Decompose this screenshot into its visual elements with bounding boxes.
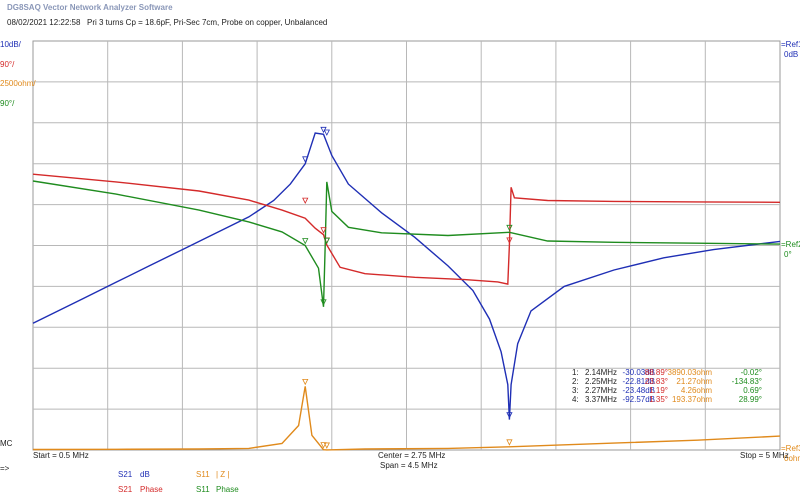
ref1-label: =Ref1 — [781, 40, 800, 49]
legend-s11-phase-unit[interactable]: Phase — [216, 485, 239, 494]
chart-markers — [302, 126, 513, 449]
marker-cell-s11-z: 4.26ohm — [681, 386, 712, 395]
scale-s11-phase: 90°/ — [0, 99, 15, 108]
legend[interactable]: S21 dB S21 Phase S11 | Z | S11 Phase — [118, 470, 239, 494]
legend-s21-phase-unit[interactable]: Phase — [140, 485, 163, 494]
marker-table: 1: 2.14MHz -30.03dB88.89° 3890.03ohm -0.02°2… — [572, 368, 762, 404]
marker-cell-s11-z: 3890.03ohm — [668, 368, 713, 377]
marker-cell-id: 3: — [572, 386, 579, 395]
ref1-value: 0dB — [784, 50, 798, 59]
marker-symbol — [506, 439, 513, 446]
x-span-label: Span = 4.5 MHz — [380, 461, 438, 470]
marker-cell-s21-phase: 1.35° — [649, 395, 668, 404]
ref2-label: =Ref2 — [781, 240, 800, 249]
marker-cell-s11-phase: -0.02° — [741, 368, 762, 377]
marker-symbol — [302, 238, 309, 245]
marker-cell-s21-phase: 1.19° — [649, 386, 668, 395]
ref2-value: 0° — [784, 250, 792, 259]
marker-cell-s11-phase: 28.99° — [739, 395, 762, 404]
x-start-label: Start = 0.5 MHz — [33, 451, 89, 460]
scale-s21-phase: 90°/ — [0, 60, 15, 69]
legend-s11-phase-code[interactable]: S11 — [196, 485, 210, 494]
legend-s21-phase-code[interactable]: S21 — [118, 485, 133, 494]
marker-symbol — [302, 197, 309, 204]
marker-cell-s11-z: 193.37ohm — [672, 395, 712, 404]
scale-s11-z: 2500ohm/ — [0, 79, 36, 88]
legend-s11-z-code[interactable]: S11 — [196, 470, 210, 479]
marker-symbol — [323, 129, 330, 136]
marker-cell-s11-phase: -134.83° — [732, 377, 762, 386]
legend-s21-db-code[interactable]: S21 — [118, 470, 133, 479]
x-center-label: Center = 2.75 MHz — [378, 451, 445, 460]
marker-symbol — [323, 442, 330, 449]
marker-cell-id: 2: — [572, 377, 579, 386]
marker-cell-s21-phase: 88.89° — [645, 368, 668, 377]
marker-cell-id: 4: — [572, 395, 579, 404]
marker-cell-freq: 2.14MHz — [585, 368, 617, 377]
scale-s21-db: 10dB/ — [0, 40, 22, 49]
marker-symbol — [302, 378, 309, 386]
marker-cell-id: 1: — [572, 368, 579, 377]
x-stop-label: Stop = 5 MHz — [740, 451, 789, 460]
marker-cell-s21-phase: 23.83° — [645, 377, 668, 386]
marker-cell-freq: 2.25MHz — [585, 377, 617, 386]
marker-cell-s11-phase: 0.69° — [743, 386, 762, 395]
trace-arrows: => — [0, 464, 10, 473]
legend-s11-z-unit[interactable]: | Z | — [216, 470, 230, 479]
marker-cell-freq: 2.27MHz — [585, 386, 617, 395]
marker-cell-freq: 3.37MHz — [585, 395, 617, 404]
marker-cell-s11-z: 21.27ohm — [676, 377, 712, 386]
legend-s21-db-unit[interactable]: dB — [140, 470, 150, 479]
mc-label: MC — [0, 439, 13, 448]
vna-chart[interactable]: 10dB/ 90°/ 2500ohm/ 90°/ MC => =Ref1 0dB… — [0, 0, 800, 500]
